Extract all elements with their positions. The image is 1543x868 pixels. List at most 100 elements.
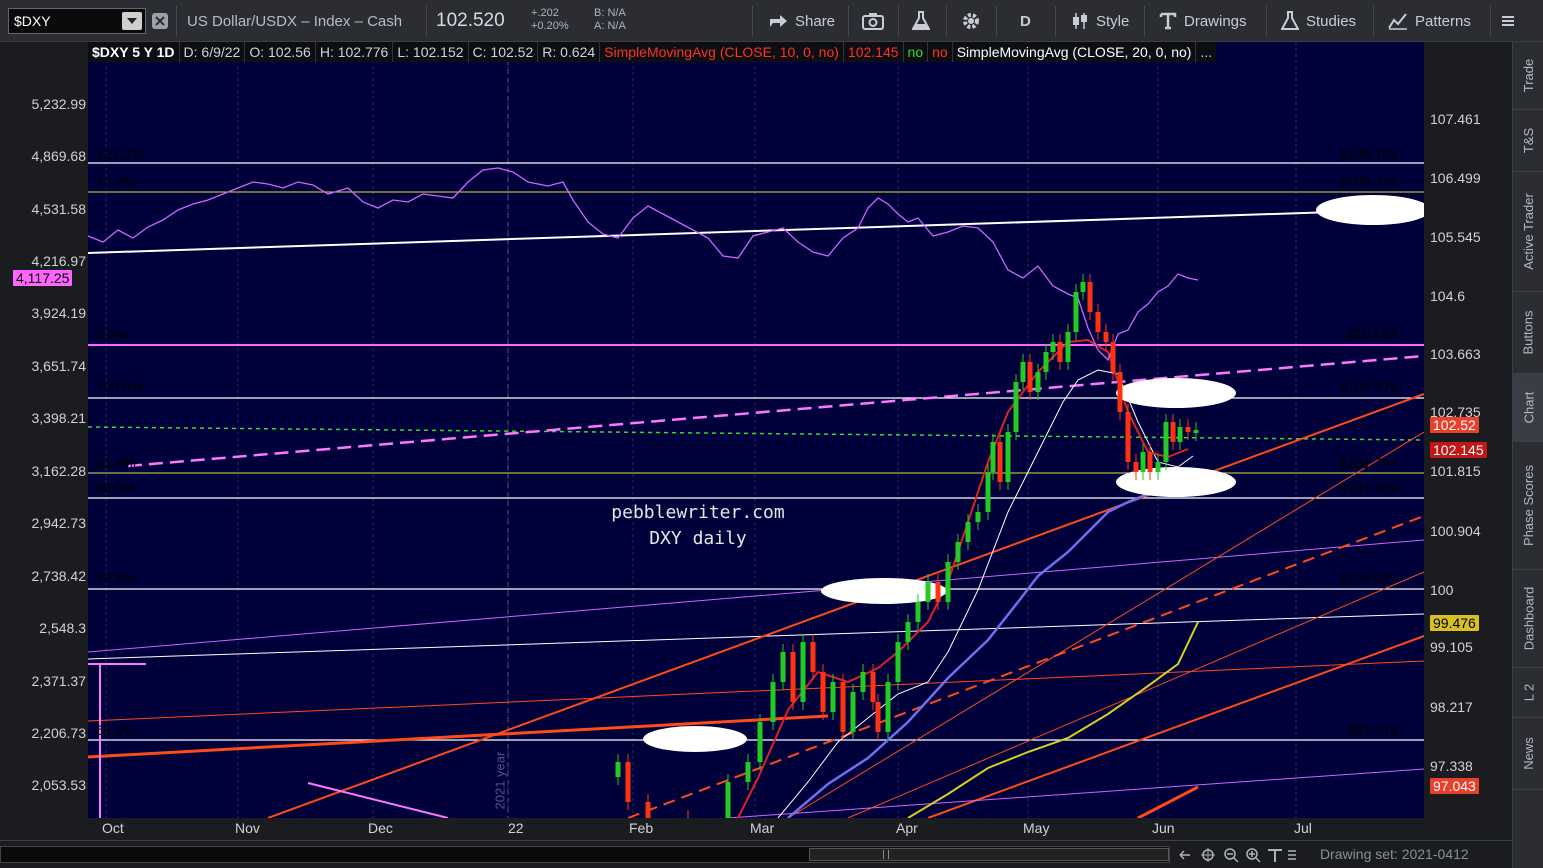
left-axis-tick: 2,738.42 bbox=[31, 568, 87, 584]
candle-body bbox=[745, 762, 751, 782]
settings-button[interactable] bbox=[961, 0, 981, 42]
time-axis[interactable]: Oct Nov Dec 22 Feb Mar Apr May Jun Jul bbox=[88, 818, 1424, 840]
study-sma20-label[interactable]: SimpleMovingAvg (CLOSE, 20, 0, no) bbox=[953, 42, 1197, 62]
bar-low: L: 102.152 bbox=[393, 42, 469, 62]
snapshot-button[interactable] bbox=[862, 0, 884, 42]
symbol-text: $DXY bbox=[14, 13, 51, 29]
scrollbar-thumb[interactable] bbox=[809, 848, 1169, 861]
chevron-down-icon[interactable] bbox=[122, 12, 142, 30]
tab-phase-scores[interactable]: Phase Scores bbox=[1513, 442, 1543, 570]
candle-body bbox=[1065, 332, 1071, 362]
candle-body bbox=[965, 522, 971, 542]
status-bar: Drawing set: 2021-0412 bbox=[0, 840, 1512, 868]
time-scrollbar[interactable] bbox=[0, 846, 1170, 863]
candle-body bbox=[885, 682, 891, 732]
left-axis-tick: 4,869.68 bbox=[31, 148, 87, 164]
chart-tools-icons[interactable] bbox=[1178, 847, 1298, 863]
candle-body bbox=[800, 642, 806, 702]
tab-chart[interactable]: Chart bbox=[1513, 374, 1543, 442]
fib-price-right: $97.719 bbox=[1347, 722, 1398, 738]
left-axis-tick: 3,162.28 bbox=[31, 463, 87, 479]
thinkorswim-chart-window: $DXY US Dollar/USDX – Index – Cash 102.5… bbox=[0, 0, 1543, 868]
left-axis-tick: 2,053.53 bbox=[31, 777, 87, 793]
candle-body bbox=[915, 602, 921, 622]
candle-body bbox=[1193, 430, 1199, 433]
bar-close: C: 102.52 bbox=[469, 42, 539, 62]
flask-icon bbox=[912, 11, 930, 30]
change-percent: +0.20% bbox=[531, 20, 569, 32]
candle-body bbox=[850, 692, 856, 732]
tab-active-trader[interactable]: Active Trader bbox=[1513, 172, 1543, 292]
candlestick-icon bbox=[1073, 13, 1087, 29]
candle-body bbox=[790, 652, 796, 702]
tab-level-2[interactable]: L 2 bbox=[1513, 668, 1543, 718]
study-more[interactable]: ... bbox=[1196, 42, 1216, 62]
style-button[interactable]: Style bbox=[1071, 0, 1129, 42]
close-icon[interactable] bbox=[152, 13, 168, 29]
text-tool-icon bbox=[1159, 12, 1177, 30]
bar-range: R: 0.624 bbox=[538, 42, 601, 62]
tab-trade[interactable]: Trade bbox=[1513, 42, 1543, 110]
candle-body bbox=[955, 542, 961, 562]
fib-price-right: $103.82 bbox=[1347, 326, 1398, 342]
price-chart-plot[interactable]: 127.2% $106.724 70.7% $106.276 0.0% $103… bbox=[88, 42, 1424, 818]
candle-body bbox=[625, 762, 631, 802]
pattern-icon bbox=[1388, 13, 1407, 30]
fib-label-left: 88.6% bbox=[96, 480, 136, 496]
candle-body bbox=[820, 672, 826, 712]
time-axis-label: Feb bbox=[629, 820, 654, 836]
symbol-selector[interactable]: $DXY bbox=[8, 8, 146, 34]
candle-body bbox=[1110, 342, 1116, 372]
aggregation-button[interactable]: D bbox=[1020, 0, 1031, 42]
patterns-button[interactable]: Patterns bbox=[1388, 0, 1471, 42]
tab-time-and-sales[interactable]: T&S bbox=[1513, 110, 1543, 172]
watermark-line1: pebblewriter.com bbox=[611, 502, 785, 523]
bar-date: D: 6/9/22 bbox=[180, 42, 246, 62]
right-price-axis[interactable]: 107.461 106.499 105.545 104.6 103.663 10… bbox=[1424, 42, 1512, 818]
style-label: Style bbox=[1096, 12, 1130, 30]
time-axis-label: Mar bbox=[750, 820, 775, 836]
tab-dashboard[interactable]: Dashboard bbox=[1513, 570, 1543, 668]
right-axis-tick: 99.105 bbox=[1430, 639, 1473, 655]
instrument-description: US Dollar/USDX – Index – Cash bbox=[187, 12, 403, 30]
share-button[interactable]: Share bbox=[768, 0, 835, 42]
drawings-button[interactable]: Drawings bbox=[1159, 0, 1247, 42]
left-price-axis[interactable]: 5,232.99 4,869.68 4,531.58 4,216.97 3,92… bbox=[0, 42, 88, 818]
fib-label-left: 0.0% bbox=[96, 326, 128, 342]
candle-body bbox=[875, 702, 881, 732]
tab-buttons[interactable]: Buttons bbox=[1513, 292, 1543, 374]
candle-body bbox=[1005, 432, 1011, 482]
fib-price-right: $106.724 bbox=[1339, 146, 1398, 162]
bid-value: B: N/A bbox=[594, 7, 626, 19]
drawings-label: Drawings bbox=[1184, 12, 1247, 30]
candle-body bbox=[830, 682, 836, 712]
candle-body bbox=[1125, 412, 1131, 462]
candle-body bbox=[615, 762, 621, 777]
right-axis-tick: 103.663 bbox=[1430, 346, 1481, 362]
right-axis-tick: 100.904 bbox=[1430, 523, 1481, 539]
candle-body bbox=[1185, 427, 1191, 432]
bar-high: H: 102.776 bbox=[316, 42, 394, 62]
right-axis-tick: 106.499 bbox=[1430, 170, 1481, 186]
bid-ask: B: N/A A: N/A bbox=[594, 7, 626, 33]
year-separator-label: 2021 year bbox=[492, 751, 508, 810]
candle-body bbox=[985, 472, 991, 512]
left-axis-tick: 2,942.73 bbox=[31, 515, 87, 531]
fib-price-right: $100.032 bbox=[1339, 570, 1398, 586]
chart-study-legend[interactable]: $DXY 5 Y 1D D: 6/9/22 O: 102.56 H: 102.7… bbox=[88, 42, 1217, 62]
candle-body bbox=[780, 652, 786, 682]
right-axis-tick: 100 bbox=[1430, 582, 1454, 598]
time-axis-label: Apr bbox=[896, 820, 918, 836]
drawing-set-label: Drawing set: 2021-0412 bbox=[1320, 846, 1469, 862]
tab-news[interactable]: News bbox=[1513, 718, 1543, 790]
candle-body bbox=[1080, 282, 1086, 292]
study-sma10-label[interactable]: SimpleMovingAvg (CLOSE, 10, 0, no) bbox=[600, 42, 844, 62]
studies-button[interactable]: Studies bbox=[1281, 0, 1356, 42]
candle-body bbox=[925, 582, 931, 602]
candle-body bbox=[1163, 422, 1169, 462]
overflow-menu-button[interactable] bbox=[1500, 0, 1516, 42]
ma-gold-badge: 99.476 bbox=[1430, 615, 1479, 631]
flask-button[interactable] bbox=[912, 0, 930, 42]
candle-body bbox=[1027, 362, 1033, 392]
time-axis-label: Jul bbox=[1294, 820, 1312, 836]
